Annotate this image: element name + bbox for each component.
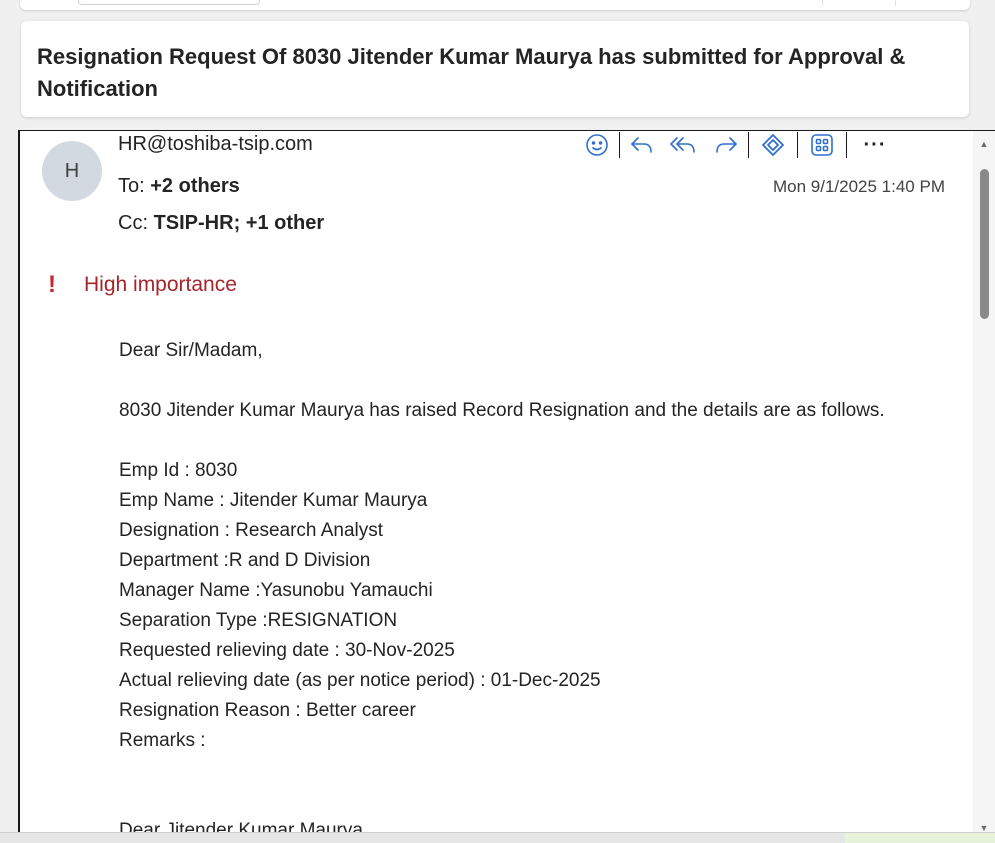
- action-divider: [797, 132, 798, 158]
- email-subject: Resignation Request Of 8030 Jitender Kum…: [37, 44, 906, 101]
- action-divider: [846, 132, 847, 158]
- detail-emp-id: Emp Id : 8030: [119, 460, 238, 481]
- top-toolbar-strip: [0, 0, 995, 10]
- to-recipients-value[interactable]: +2 others: [150, 175, 239, 197]
- importance-banner: ! High importance: [48, 271, 237, 299]
- toolbar-divider: [822, 0, 823, 6]
- bottom-status-strip: [0, 832, 995, 843]
- cc-recipients-value[interactable]: TSIP-HR; +1 other: [154, 212, 325, 234]
- to-label: To:: [118, 175, 145, 197]
- toolbar-field[interactable]: [78, 0, 260, 5]
- detail-separation-type: Separation Type :RESIGNATION: [119, 610, 398, 631]
- message-body: Dear Sir/Madam, 8030 Jitender Kumar Maur…: [119, 336, 919, 842]
- detail-department: Department :R and D Division: [119, 550, 371, 571]
- detail-designation: Designation : Research Analyst: [119, 520, 384, 541]
- high-importance-icon: !: [48, 271, 56, 298]
- detail-resignation-reason: Resignation Reason : Better career: [119, 700, 416, 721]
- top-toolbar: [20, 0, 970, 10]
- received-date: Mon 9/1/2025 1:40 PM: [772, 177, 945, 196]
- message-actions: ···: [576, 131, 902, 159]
- body-greeting: Dear Sir/Madam,: [119, 340, 263, 361]
- forward-icon[interactable]: [705, 131, 747, 159]
- cc-recipients: Cc: TSIP-HR; +1 other: [118, 212, 324, 235]
- loop-app-icon[interactable]: [750, 131, 796, 159]
- cc-label: Cc:: [118, 212, 148, 234]
- detail-emp-name: Emp Name : Jitender Kumar Maurya: [119, 490, 428, 511]
- avatar-initial: H: [64, 159, 80, 182]
- importance-label: High importance: [84, 273, 237, 296]
- reading-pane: H HR@toshiba-tsip.com To: +2 others Cc: …: [18, 130, 995, 842]
- more-options-icon[interactable]: ···: [848, 131, 902, 159]
- scroll-thumb[interactable]: [980, 169, 989, 319]
- detail-actual-relieving-date: Actual relieving date (as per notice per…: [119, 670, 601, 691]
- sender-avatar[interactable]: H: [42, 141, 102, 201]
- sender-address[interactable]: HR@toshiba-tsip.com: [118, 133, 313, 156]
- detail-remarks: Remarks :: [119, 730, 206, 751]
- toolbar-divider: [895, 0, 896, 6]
- apps-grid-icon[interactable]: [799, 131, 845, 159]
- detail-requested-relieving-date: Requested relieving date : 30-Nov-2025: [119, 640, 455, 661]
- vertical-scrollbar[interactable]: ▲ ▼: [973, 131, 995, 842]
- subject-header: Resignation Request Of 8030 Jitender Kum…: [21, 21, 969, 117]
- action-divider: [748, 132, 749, 158]
- action-divider: [619, 132, 620, 158]
- reply-all-icon[interactable]: [663, 131, 705, 159]
- detail-manager-name: Manager Name :Yasunobu Yamauchi: [119, 580, 433, 601]
- to-recipients: To: +2 others: [118, 175, 240, 198]
- body-intro: 8030 Jitender Kumar Maurya has raised Re…: [119, 400, 885, 421]
- reply-icon[interactable]: [621, 131, 663, 159]
- emoji-icon[interactable]: [576, 131, 618, 159]
- scroll-up-arrow-icon[interactable]: ▲: [973, 133, 995, 155]
